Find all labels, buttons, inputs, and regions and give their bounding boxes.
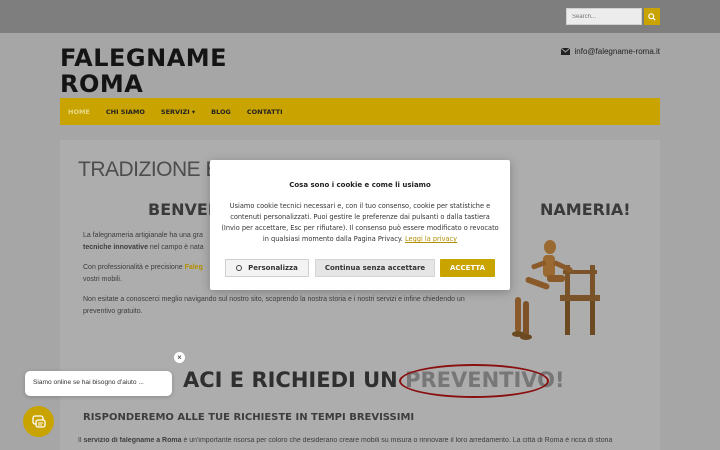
explore-paragraph: Non esitate a conoscerci meglio navigand… [83, 296, 465, 315]
nav-item-blog[interactable]: BLOG [203, 98, 239, 125]
site-logo[interactable]: FALEGNAME ROMA [60, 45, 227, 97]
wooden-mannequin-image [512, 240, 600, 340]
intro-text-bold: tecniche innovative [83, 244, 148, 251]
logo-line2: ROMA [60, 70, 144, 98]
quote-heading-highlight: PREVENTIVO! [399, 364, 565, 398]
nav-item-servizi[interactable]: SERVIZI ▾ [153, 98, 203, 125]
nav-item-chi-siamo[interactable]: CHI SIAMO [98, 98, 153, 125]
search-button[interactable] [644, 8, 660, 25]
top-bar [0, 0, 720, 33]
cookie-dialog-body: Usiamo cookie tecnici necessari e, con i… [220, 201, 500, 245]
search-icon [648, 12, 656, 21]
service-link[interactable]: Faleg [185, 264, 203, 271]
service-text-c: vostri mobili. [83, 276, 122, 283]
contact-email[interactable]: info@falegname-roma.it [560, 47, 661, 56]
personalize-button[interactable]: Personalizza [225, 259, 309, 277]
radio-icon [236, 265, 243, 271]
bottom-text-c: è un'importante risorsa per coloro che d… [181, 437, 613, 444]
red-ellipse-highlight [399, 364, 550, 398]
envelope-icon [560, 48, 570, 55]
continue-without-accepting-button[interactable]: Continua senza accettare [315, 259, 435, 277]
quote-heading-text: ACI E RICHIEDI UN [183, 368, 406, 392]
cookie-consent-dialog: Cosa sono i cookie e come li usiamo Usia… [210, 160, 510, 290]
quote-heading: ACI E RICHIEDI UN PREVENTIVO! [183, 364, 565, 398]
bottom-text-bold: servizio di falegname a Roma [83, 437, 182, 444]
cookie-dialog-title: Cosa sono i cookie e come li usiamo [289, 181, 431, 189]
nav-item-contatti[interactable]: CONTATTI [239, 98, 291, 125]
search-input[interactable] [566, 8, 642, 25]
logo-line1: FALEGNAME [60, 44, 228, 72]
bottom-paragraph: Il servizio di falegname a Roma è un'imp… [78, 437, 658, 444]
service-text-a: Con professionalità e precisione [83, 264, 185, 271]
chat-icon [31, 414, 46, 428]
chat-bubble[interactable]: Siamo online se hai bisogno d'aiuto ... [25, 371, 172, 396]
email-text: info@falegname-roma.it [574, 47, 661, 56]
personalize-label: Personalizza [248, 264, 298, 272]
cookie-body-text: Usiamo cookie tecnici necessari e, con i… [221, 202, 499, 243]
intro-text-c: nel campo è nata [147, 244, 204, 251]
accept-button[interactable]: ACCETTA [440, 259, 495, 277]
privacy-link[interactable]: Leggi la privacy [405, 235, 457, 243]
main-nav: HOME CHI SIAMO SERVIZI ▾ BLOG CONTATTI [60, 98, 660, 125]
chat-launcher-button[interactable] [23, 406, 54, 437]
welcome-heading-right: NAMERIA! [540, 200, 631, 219]
nav-item-home[interactable]: HOME [60, 98, 98, 125]
close-icon: × [177, 352, 182, 362]
intro-text-a: La falegnameria artigianale ha una gra [83, 232, 203, 239]
chat-close-button[interactable]: × [174, 352, 185, 363]
response-heading: RISPONDEREMO ALLE TUE RICHIESTE IN TEMPI… [83, 412, 415, 423]
